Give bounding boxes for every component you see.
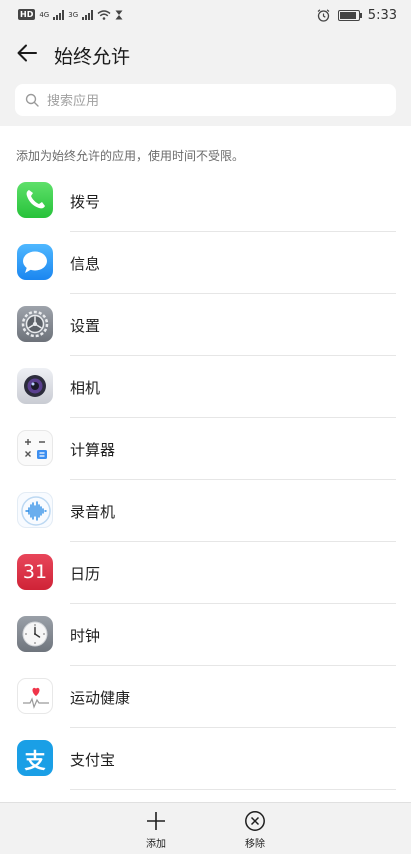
signal-icon	[82, 9, 94, 20]
status-right: 5:33	[317, 8, 397, 23]
search-input[interactable]	[45, 90, 369, 112]
list-item[interactable]: 相机	[0, 356, 411, 418]
hourglass-icon	[115, 10, 123, 19]
list-item[interactable]: 录音机	[0, 480, 411, 542]
add-label: 添加	[146, 839, 166, 850]
list-item[interactable]: 设置	[0, 294, 411, 356]
remove-button[interactable]: 移除	[230, 810, 280, 850]
search-box[interactable]	[15, 84, 396, 116]
divider	[70, 789, 396, 790]
health-icon	[17, 678, 53, 714]
message-icon	[17, 244, 53, 280]
status-time: 5:33	[367, 8, 397, 23]
status-bar: HD 4G 3G 5:33	[0, 0, 411, 32]
app-label: 运动健康	[70, 689, 131, 707]
list-item[interactable]: 计算器	[0, 418, 411, 480]
page-title: 始终允许	[54, 46, 131, 68]
alipay-glyph: 支	[24, 749, 46, 773]
app-label: 设置	[70, 317, 101, 335]
battery-icon	[337, 10, 362, 21]
list-item[interactable]: 时钟	[0, 604, 411, 666]
list-item[interactable]: 信息	[0, 232, 411, 294]
alipay-icon: 支	[17, 740, 53, 776]
wifi-icon	[97, 9, 111, 20]
calculator-icon	[17, 430, 53, 466]
plus-icon	[147, 812, 165, 830]
hd-indicator: HD	[18, 9, 36, 20]
app-label: 计算器	[70, 441, 116, 459]
search-area	[0, 76, 411, 126]
bottom-action-bar: 添加 移除	[0, 802, 411, 854]
list-item[interactable]: 31 日历	[0, 542, 411, 604]
remove-label: 移除	[245, 839, 265, 850]
app-label: 支付宝	[70, 751, 116, 769]
arrow-left-icon[interactable]	[16, 42, 38, 64]
app-label: 拨号	[70, 193, 101, 211]
add-button[interactable]: 添加	[131, 810, 181, 850]
app-label: 信息	[70, 255, 101, 273]
list-item[interactable]: 运动健康	[0, 666, 411, 728]
app-label: 相机	[70, 379, 101, 397]
alarm-icon	[317, 9, 330, 22]
calendar-icon: 31	[17, 554, 53, 590]
calendar-date: 31	[22, 561, 48, 583]
description-text: 添加为始终允许的应用，使用时间不受限。	[16, 149, 245, 163]
list-item[interactable]: 支 支付宝	[0, 728, 411, 790]
settings-icon	[17, 306, 53, 342]
sim2-network-type: 3G	[68, 10, 79, 19]
remove-circle-icon	[245, 811, 265, 831]
signal-icon	[53, 9, 65, 20]
app-label: 录音机	[70, 503, 116, 521]
recorder-icon	[17, 492, 53, 528]
app-label: 时钟	[70, 627, 101, 645]
clock-icon	[17, 616, 53, 652]
app-bar: 始终允许	[0, 32, 411, 76]
status-left: HD 4G 3G	[18, 9, 123, 20]
list-item[interactable]: 拨号	[0, 170, 411, 232]
search-icon	[25, 93, 39, 107]
app-label: 日历	[70, 565, 101, 583]
camera-icon	[17, 368, 53, 404]
app-list: 拨号 信息 设置 相机 计算器 录音机 31 日历 时钟 运动健康 支 支付宝	[0, 170, 411, 790]
phone-icon	[17, 182, 53, 218]
sim1-network-type: 4G	[39, 10, 50, 19]
